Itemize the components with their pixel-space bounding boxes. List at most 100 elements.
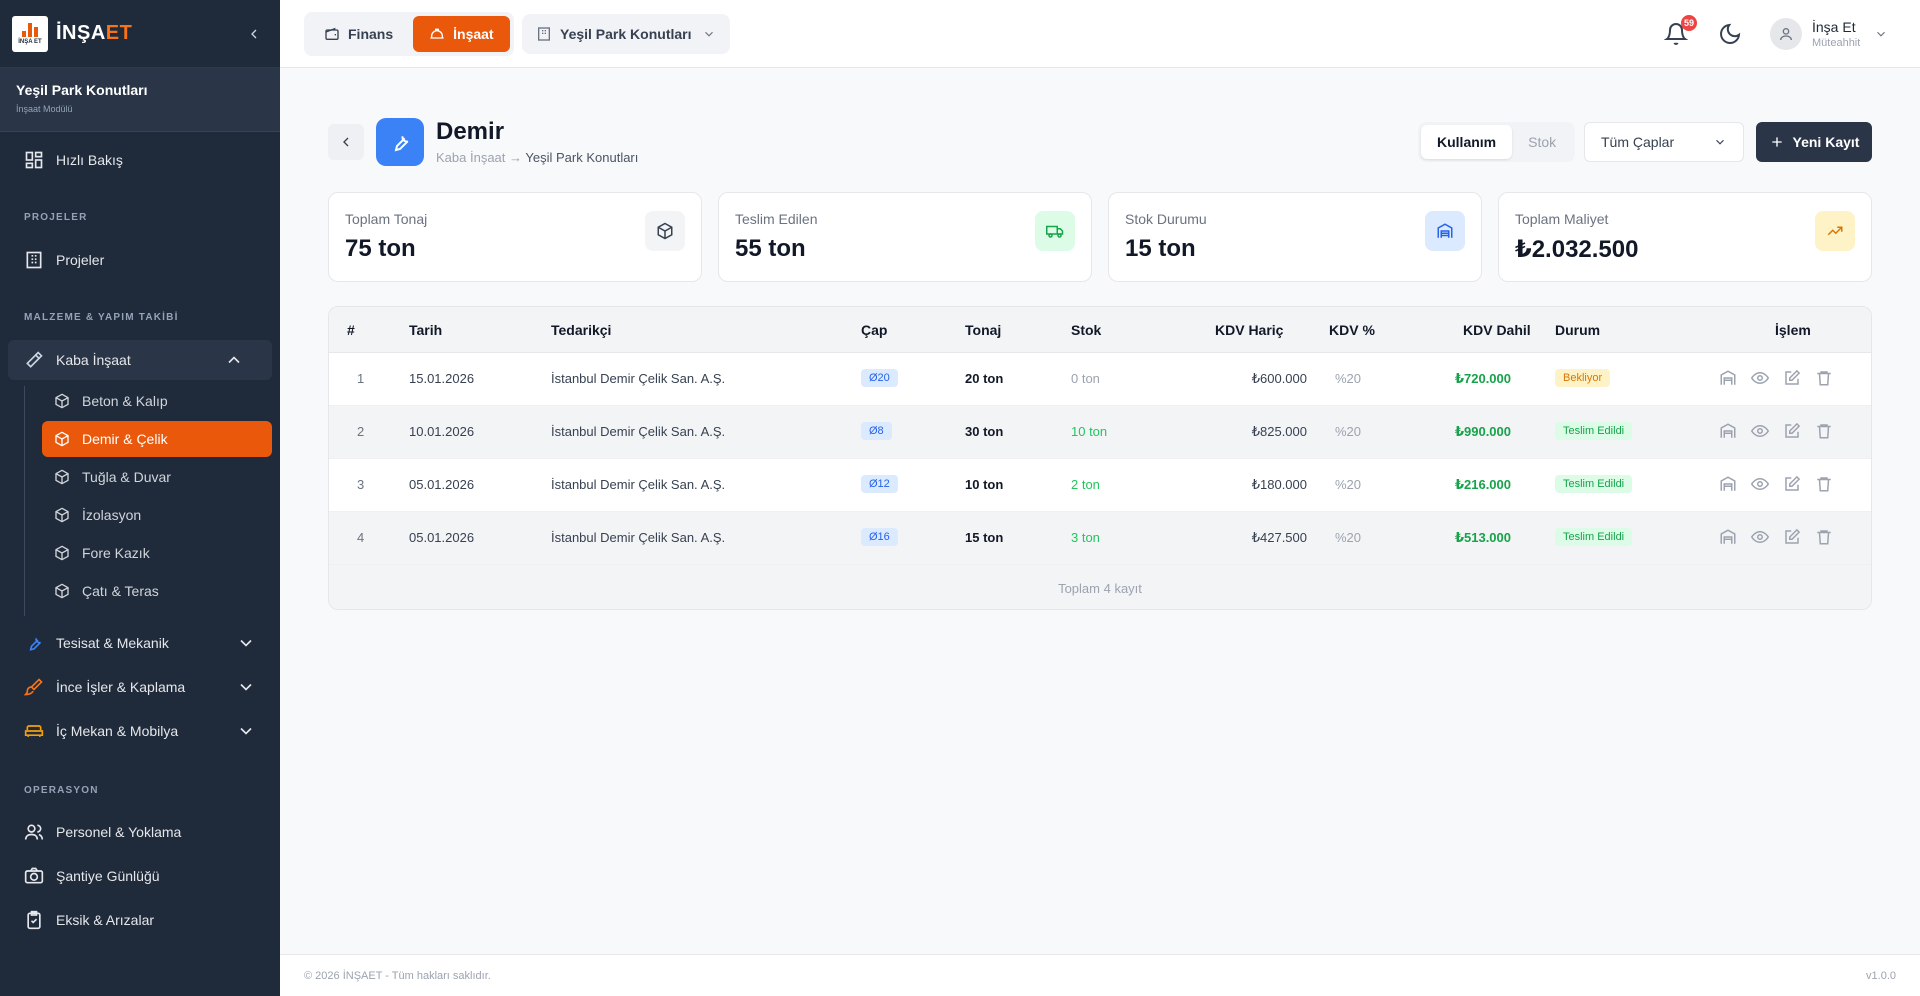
sidebar-group-ince[interactable]: İnce İşler & Kaplama — [0, 667, 280, 707]
page-title: Demir — [436, 118, 505, 145]
chevron-down-icon — [1716, 139, 1724, 145]
cube-icon — [55, 545, 69, 561]
sidebar-item-gunluk[interactable]: Şantiye Günlüğü — [0, 856, 280, 896]
user-icon — [1780, 28, 1792, 41]
records-table: # Tarih Tedarikçi Çap Tonaj Stok KDV Har… — [328, 306, 1872, 610]
sidebar-item-quick-view[interactable]: Hızlı Bakış — [0, 140, 280, 180]
stat-card-stock: Stok Durumu 15 ton — [1108, 192, 1482, 282]
tab-finans[interactable]: Finans — [308, 16, 409, 52]
back-button[interactable] — [328, 124, 364, 160]
chevron-down-icon — [240, 683, 252, 691]
sidebar-item-projects[interactable]: Projeler — [0, 240, 280, 280]
row-actions — [1719, 475, 1833, 493]
avatar — [1770, 18, 1802, 50]
brush-icon — [24, 678, 43, 696]
logo: İNŞA ET — [12, 15, 48, 52]
cube-icon — [55, 507, 69, 523]
collapse-sidebar-button[interactable] — [240, 20, 268, 48]
plus-icon — [1771, 137, 1782, 147]
toggle-stok[interactable]: Stok — [1512, 125, 1572, 159]
chevron-down-icon — [240, 639, 252, 647]
diameter-tag: Ø20 — [861, 369, 898, 387]
trash-icon[interactable] — [1815, 475, 1833, 493]
logo-bar: İNŞA ET İNŞAET — [0, 0, 280, 68]
sidebar-item-fore[interactable]: Fore Kazık — [42, 535, 272, 571]
sofa-icon — [24, 725, 44, 737]
warehouse-icon[interactable] — [1719, 422, 1737, 440]
cube-icon — [55, 393, 69, 409]
stat-card-total: Toplam Tonaj 75 ton — [328, 192, 702, 282]
breadcrumb: Kaba İnşaat → Yeşil Park Konutları — [436, 150, 639, 165]
eye-icon[interactable] — [1751, 369, 1769, 387]
notification-badge: 59 — [1681, 15, 1698, 31]
trash-icon[interactable] — [1815, 369, 1833, 387]
section-projects: PROJELER — [24, 212, 88, 223]
status-badge: Teslim Edildi — [1555, 528, 1633, 546]
warehouse-icon[interactable] — [1719, 369, 1737, 387]
warehouse-icon[interactable] — [1719, 528, 1737, 546]
status-badge: Teslim Edildi — [1555, 475, 1633, 493]
row-actions — [1719, 528, 1833, 546]
sidebar-item-demir[interactable]: Demir & Çelik — [42, 421, 272, 457]
edit-icon[interactable] — [1783, 422, 1801, 440]
module-switch: Finans İnşaat — [304, 12, 514, 56]
diameter-filter-select[interactable]: Tüm Çaplar — [1584, 122, 1744, 162]
cube-icon — [55, 469, 69, 485]
edit-icon[interactable] — [1783, 528, 1801, 546]
toggle-kullanim[interactable]: Kullanım — [1421, 125, 1513, 159]
project-select[interactable]: Yeşil Park Konutları — [522, 14, 730, 54]
sidebar-group-icmekan[interactable]: İç Mekan & Mobilya — [0, 711, 280, 751]
sidebar-item-tugla[interactable]: Tuğla & Duvar — [42, 459, 272, 495]
section-ops: OPERASYON — [24, 785, 99, 796]
tab-insaat[interactable]: İnşaat — [413, 16, 510, 52]
eye-icon[interactable] — [1751, 422, 1769, 440]
chevron-left-icon — [343, 137, 349, 147]
user-menu[interactable]: İnşa Et Müteahhit — [1770, 16, 1888, 52]
wrench-icon — [376, 118, 424, 166]
trash-icon[interactable] — [1815, 528, 1833, 546]
clipboard-icon — [27, 910, 41, 930]
table-row[interactable]: 2 10.01.2026 İstanbul Demir Çelik San. A… — [329, 406, 1871, 459]
table-row[interactable]: 4 05.01.2026 İstanbul Demir Çelik San. A… — [329, 512, 1871, 565]
chevron-down-icon — [704, 31, 713, 37]
trending-up-icon — [1815, 211, 1855, 251]
building-icon — [538, 27, 550, 41]
helmet-icon — [430, 28, 444, 39]
building-icon — [26, 251, 42, 269]
sidebar-item-eksik[interactable]: Eksik & Arızalar — [0, 900, 280, 940]
edit-icon[interactable] — [1783, 475, 1801, 493]
brand-name: İNŞAET — [56, 22, 133, 44]
chevron-down-icon — [240, 727, 252, 735]
chevron-down-icon — [1877, 31, 1886, 37]
page-footer: © 2026 İNŞAET - Tüm hakları saklıdır. v1… — [280, 954, 1920, 996]
trash-icon[interactable] — [1815, 422, 1833, 440]
row-actions — [1719, 422, 1833, 440]
wallet-icon — [325, 27, 339, 40]
package-icon — [645, 211, 685, 251]
sidebar-item-beton[interactable]: Beton & Kalıp — [42, 383, 272, 419]
wrench-icon — [29, 638, 42, 651]
table-row[interactable]: 3 05.01.2026 İstanbul Demir Çelik San. A… — [329, 459, 1871, 512]
diameter-tag: Ø12 — [861, 475, 898, 493]
grid-icon — [25, 151, 43, 169]
warehouse-icon — [1425, 211, 1465, 251]
eye-icon[interactable] — [1751, 475, 1769, 493]
sidebar-item-izolasyon[interactable]: İzolasyon — [42, 497, 272, 533]
sidebar-group-tesisat[interactable]: Tesisat & Mekanik — [0, 623, 280, 663]
warehouse-icon[interactable] — [1719, 475, 1737, 493]
topbar: Finans İnşaat Yeşil Park Konutları 59 İn… — [280, 0, 1920, 68]
chevron-left-icon — [251, 29, 257, 38]
cube-icon — [55, 583, 69, 599]
sidebar-item-personel[interactable]: Personel & Yoklama — [0, 812, 280, 852]
edit-icon[interactable] — [1783, 369, 1801, 387]
sidebar-group-kaba[interactable]: Kaba İnşaat — [8, 340, 272, 380]
sidebar: İNŞA ET İNŞAET Yeşil Park Konutları İnşa… — [0, 0, 280, 996]
moon-icon[interactable] — [1718, 22, 1742, 46]
sidebar-item-cati[interactable]: Çatı & Teras — [42, 573, 272, 609]
diameter-tag: Ø16 — [861, 528, 898, 546]
active-project[interactable]: Yeşil Park Konutları İnşaat Modülü — [0, 68, 280, 132]
table-row[interactable]: 1 15.01.2026 İstanbul Demir Çelik San. A… — [329, 353, 1871, 406]
eye-icon[interactable] — [1751, 528, 1769, 546]
status-badge: Teslim Edildi — [1555, 422, 1633, 440]
new-record-button[interactable]: Yeni Kayıt — [1756, 122, 1872, 162]
